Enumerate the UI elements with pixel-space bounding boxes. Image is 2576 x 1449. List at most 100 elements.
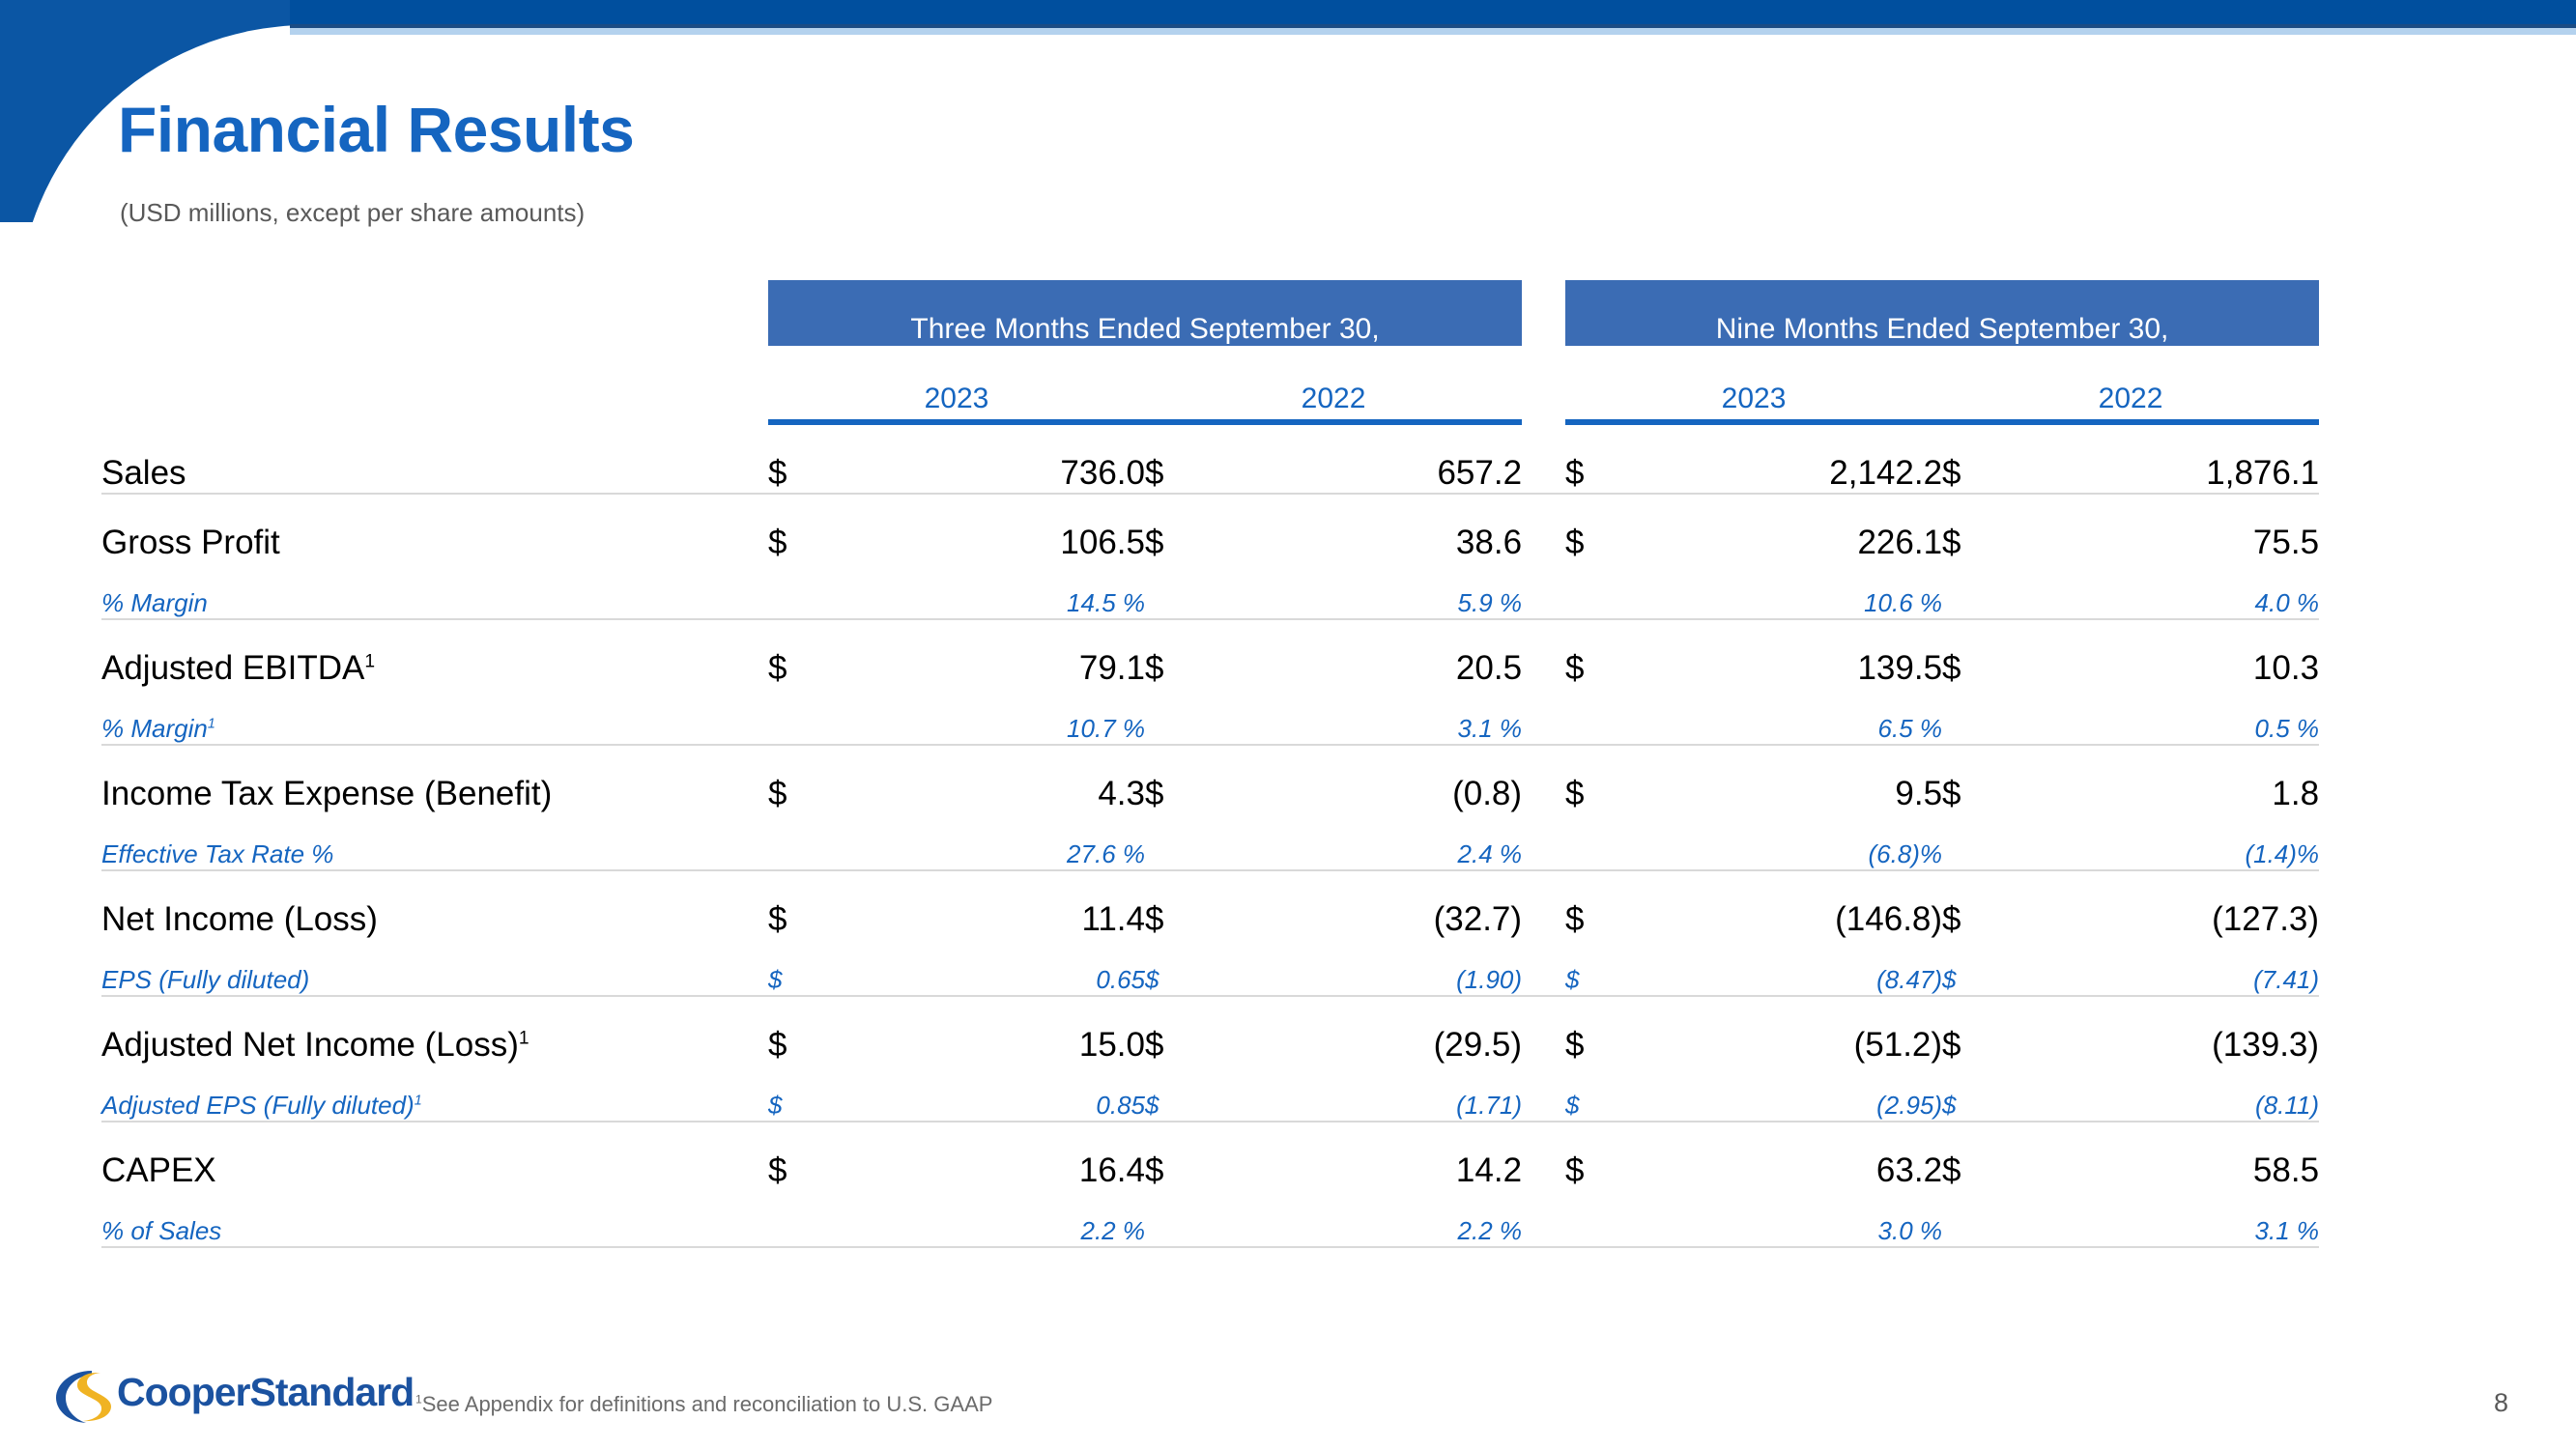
table-header-rule-row [101,415,2320,425]
column-gap [1522,494,1565,562]
year-header-q3-2023: 2023 [924,383,989,414]
cell-value: 0.5 % [2000,688,2320,746]
table-row: CAPEX $16.4 $14.2 $63.2 $58.5 [101,1122,2319,1190]
cell-value: (1.90) [1203,939,1523,997]
currency-symbol: $ [1565,425,1624,495]
cell-value: 2,142.2 [1623,425,1943,495]
cell-value: 2.4 % [1203,813,1523,871]
rule-spacer [101,415,768,425]
currency-symbol: $ [1565,1065,1624,1122]
currency-symbol [768,1190,826,1248]
cell-value: 106.5 [1060,524,1145,561]
currency-symbol: $ [1942,649,1961,687]
currency-symbol: $ [1145,1151,1164,1189]
cell-value: (29.5) [1433,1026,1523,1064]
cell-value: 10.7 % [826,688,1145,746]
cell-value: 0.65 [826,939,1145,997]
cell-value: 79.1 [1078,649,1145,687]
row-label: CAPEX [101,1151,216,1189]
cell-value: 3.1 % [2000,1190,2320,1248]
currency-symbol [1942,813,2001,871]
table-row: EPS (Fully diluted) $0.65 $ (1.90) $ (8.47) $(… [101,939,2320,997]
cell-value: 1.8 [2272,775,2320,812]
cell-value: 75.5 [2252,524,2320,561]
rule-three-months [768,415,1523,425]
table-row: Adjusted Net Income (Loss)1 $15.0 $ (29.5) $… [101,996,2319,1065]
currency-symbol: $ [768,775,787,812]
currency-symbol [1942,688,2001,746]
currency-symbol: $ [768,524,787,561]
row-label: Net Income (Loss) [101,900,378,938]
cell-value: 63.2 [1875,1151,1943,1189]
cell-value: 0.85 [826,1065,1145,1122]
currency-symbol: $ [1145,425,1203,495]
cell-value: 4.3 [1098,775,1145,812]
cell-value: (1.71) [1203,1065,1523,1122]
table-row: Adjusted EBITDA1 $79.1 $20.5 $139.5 $10.3 [101,619,2319,688]
currency-symbol [1565,562,1624,620]
company-logo: CooperStandard [53,1364,415,1432]
currency-symbol: $ [768,1151,787,1189]
column-gap [1522,870,1565,939]
row-sublabel: Adjusted EPS (Fully diluted)1 [101,1065,768,1122]
cell-value: (2.95) [1623,1065,1943,1122]
currency-symbol: $ [1942,425,2001,495]
cell-value: 4.0 % [2000,562,2320,620]
column-gap [1522,813,1566,871]
logo-wordmark: CooperStandard [117,1370,415,1414]
currency-symbol: $ [1565,900,1585,938]
column-gap [1522,562,1566,620]
currency-symbol [1145,688,1203,746]
currency-symbol [1145,562,1203,620]
currency-symbol: $ [768,1026,787,1064]
currency-symbol: $ [768,1065,826,1122]
row-label: Gross Profit [101,524,280,561]
column-gap [1522,619,1565,688]
year-header-spacer [101,346,768,415]
cell-value: 10.3 [2252,649,2320,687]
cell-value: (6.8)% [1623,813,1943,871]
currency-symbol: $ [768,939,826,997]
currency-symbol: $ [1145,524,1164,561]
currency-symbol: $ [768,900,787,938]
cell-value: (139.3) [2212,1026,2320,1064]
currency-symbol: $ [1565,939,1624,997]
currency-symbol: $ [1565,524,1585,561]
cell-value: 10.6 % [1623,562,1943,620]
column-gap [1522,1122,1565,1190]
column-gap [1522,425,1566,495]
column-gap [1522,745,1565,813]
footnote-marker: 1 [415,1392,422,1406]
currency-symbol: $ [1565,1026,1585,1064]
cell-value: 58.5 [2252,1151,2320,1189]
currency-symbol: $ [1942,1065,2001,1122]
page-title: Financial Results [118,94,635,165]
cell-value: 9.5 [1895,775,1943,812]
cell-value: 657.2 [1203,425,1523,495]
footnote-ref: 1 [207,716,215,732]
row-label: Sales [101,425,768,495]
currency-symbol: $ [1942,524,1961,561]
cell-value: 38.6 [1455,524,1523,561]
cell-value: (32.7) [1433,900,1523,938]
cell-value: (8.11) [2000,1065,2320,1122]
table-body: Sales $736.0 $657.2 $2,142.2 $1,876.1 Gross P… [101,425,2320,1248]
cell-value: (7.41) [2000,939,2320,997]
cell-value: 226.1 [1857,524,1943,561]
rule-gap [1522,415,1565,425]
year-header-q3-2022: 2022 [1301,383,1366,414]
cell-value: (127.3) [2212,900,2320,938]
row-sublabel: % Margin1 [101,688,768,746]
cell-value: 11.4 [1081,900,1145,938]
cell-value: 6.5 % [1623,688,1943,746]
currency-symbol: $ [1942,939,2001,997]
cell-value: 16.4 [1078,1151,1145,1189]
currency-symbol: $ [1942,1151,1961,1189]
cell-value: (8.47) [1623,939,1943,997]
table-header: Three Months Ended September 30, Nine Mo… [101,280,2320,425]
row-sublabel: EPS (Fully diluted) [101,939,768,997]
rule-nine-months [1565,415,2320,425]
group-header-gap [1522,280,1565,346]
cell-value: 20.5 [1455,649,1523,687]
currency-symbol [1145,813,1203,871]
